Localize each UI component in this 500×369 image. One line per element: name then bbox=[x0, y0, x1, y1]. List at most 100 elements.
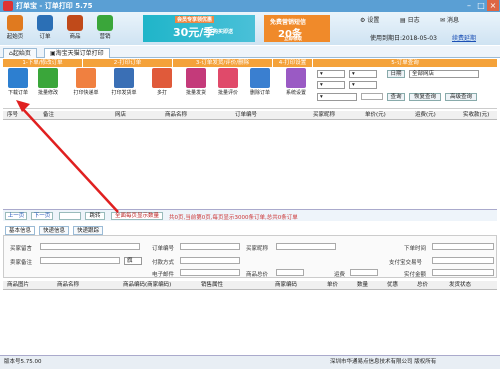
tab-taobao-orders[interactable]: ▣淘宝天猫订单打印 bbox=[44, 48, 110, 58]
label-payment: 付款方式 bbox=[152, 260, 175, 266]
message-link[interactable]: ✉ 消息 bbox=[440, 15, 474, 24]
col-buyer[interactable]: 买家昵称 bbox=[313, 111, 335, 119]
tab-home[interactable]: ⌂起始页 bbox=[3, 48, 37, 58]
col-remark[interactable]: 备注 bbox=[43, 111, 54, 119]
title-bar: 打单宝 - 订单打印 5.75 – □ × bbox=[0, 0, 500, 12]
print-multi-icon bbox=[152, 68, 172, 88]
col-quantity[interactable]: 数量 bbox=[357, 281, 368, 289]
download-orders-button[interactable]: 下载订单 bbox=[3, 68, 33, 96]
log-link[interactable]: ▤ 日志 bbox=[400, 15, 434, 24]
close-button[interactable]: × bbox=[487, 0, 499, 11]
page-input[interactable] bbox=[59, 212, 81, 220]
section-header-bar: 1-下单/修改订单 2-打印订单 3-订单发货/评价/删除 4-打印设置 5-订… bbox=[3, 59, 497, 67]
batch-edit-button[interactable]: 批量修改 bbox=[33, 68, 63, 96]
orders-grid-body[interactable] bbox=[3, 120, 497, 208]
goods-total-field[interactable] bbox=[276, 269, 304, 276]
jump-button[interactable]: 跳转 bbox=[85, 212, 105, 220]
label-order-time: 下单时间 bbox=[404, 246, 427, 252]
pager-info: 共0页,当前第0页,每页显示3000条订单,总共0条订单 bbox=[169, 215, 298, 221]
col-ship-status[interactable]: 发货状态 bbox=[449, 281, 471, 289]
print-invoice-button[interactable]: 打印发货单 bbox=[109, 68, 139, 96]
restore-query-button[interactable]: 恢复查询 bbox=[409, 93, 441, 101]
filter-select-3[interactable]: ▾ bbox=[317, 81, 345, 89]
advanced-query-button[interactable]: 高级查询 bbox=[445, 93, 477, 101]
col-shop[interactable]: 网店 bbox=[115, 111, 126, 119]
detail-tab-strip: 基本信息 快递信息 快递跟踪 bbox=[3, 225, 497, 235]
prev-page-button[interactable]: 上一页 bbox=[5, 212, 27, 220]
col-shipping[interactable]: 运费(元) bbox=[415, 111, 436, 119]
col-received[interactable]: 实收款(元) bbox=[463, 111, 489, 119]
order-time-field[interactable] bbox=[432, 243, 494, 250]
tab-basic-info[interactable]: 基本信息 bbox=[5, 226, 36, 235]
download-icon bbox=[8, 68, 28, 88]
batch-ship-button[interactable]: 批量发货 bbox=[181, 68, 211, 96]
col-merchant-code[interactable]: 商家编码 bbox=[275, 281, 297, 289]
query-input[interactable] bbox=[361, 93, 383, 100]
col-product[interactable]: 商品名称 bbox=[165, 111, 187, 119]
toolbar-goods-button[interactable]: 商品 bbox=[62, 14, 88, 44]
multi-print-button[interactable]: 多打 bbox=[147, 68, 177, 96]
section-1: 1-下单/修改订单 bbox=[3, 59, 83, 67]
date-button[interactable]: 日期 bbox=[387, 70, 405, 78]
section-3: 3-订单发货/评价/删除 bbox=[173, 59, 273, 67]
filter-select-1[interactable]: ▾ bbox=[317, 70, 345, 78]
filter-select-4[interactable]: ▾ bbox=[349, 81, 377, 89]
renew-link[interactable]: 续费延期 bbox=[452, 33, 476, 42]
toolbar-home-button[interactable]: 起始页 bbox=[2, 14, 28, 44]
buyer-message-field[interactable] bbox=[40, 243, 140, 250]
goods-grid-body[interactable] bbox=[3, 290, 497, 352]
page-size-button[interactable]: 全面每页显示数量 bbox=[111, 212, 163, 220]
label-seller-remark: 卖家备注 bbox=[10, 260, 33, 266]
delete-orders-button[interactable]: 删除订单 bbox=[245, 68, 275, 96]
col-price[interactable]: 单价(元) bbox=[365, 111, 386, 119]
search-button[interactable]: 查询 bbox=[387, 93, 405, 101]
filter-select-2[interactable]: ▾ bbox=[349, 70, 377, 78]
col-index[interactable]: 序号 bbox=[7, 111, 18, 119]
toolbar-orders-button[interactable]: 订单 bbox=[32, 14, 58, 44]
heart-icon bbox=[218, 68, 238, 88]
print-express-button[interactable]: 打印快递单 bbox=[71, 68, 101, 96]
flag-select[interactable]: 旗 bbox=[124, 257, 142, 265]
invoice-icon bbox=[114, 68, 134, 88]
payment-field[interactable] bbox=[180, 257, 240, 264]
paid-amount-field[interactable] bbox=[432, 269, 494, 276]
col-order-no[interactable]: 订单编号 bbox=[235, 111, 257, 119]
action-toolbar: 下载订单 批量修改 打印快递单 打印发货单 多打 批量发货 批量评价 删除订单 … bbox=[3, 67, 497, 109]
gear-icon: ⚙ bbox=[360, 17, 366, 24]
minimize-button[interactable]: – bbox=[463, 0, 475, 11]
col-goods-image[interactable]: 商品图片 bbox=[7, 281, 29, 289]
status-bar: 版本号5.75.00 深圳市华通易点信息技术有限公司 版权所有 bbox=[0, 355, 500, 369]
pager-bar: 上一页 下一页 跳转 全面每页显示数量 共0页,当前第0页,每页显示3000条订… bbox=[3, 209, 497, 221]
col-goods-code[interactable]: 商品编码(商家编码) bbox=[123, 281, 171, 289]
order-no-field[interactable] bbox=[180, 243, 240, 250]
label-buyer-nick: 买家昵称 bbox=[246, 246, 269, 252]
label-order-no: 订单编号 bbox=[152, 246, 175, 252]
promo-banner-vip[interactable]: 会员专享领优惠 30元/季 购买即送 bbox=[143, 15, 255, 42]
col-discount[interactable]: 优惠 bbox=[387, 281, 398, 289]
toolbar-marketing-button[interactable]: 营销 bbox=[92, 14, 118, 44]
col-sale-attr[interactable]: 销售属性 bbox=[201, 281, 223, 289]
shipping-field[interactable] bbox=[350, 269, 378, 276]
next-page-button[interactable]: 下一页 bbox=[31, 212, 53, 220]
settings-link[interactable]: ⚙ 设置 bbox=[360, 15, 394, 24]
tab-express-info[interactable]: 快递信息 bbox=[39, 226, 70, 235]
promo-banner-sms[interactable]: 免费营销短信 20条 立即领取 bbox=[264, 15, 330, 42]
section-4: 4-打印设置 bbox=[273, 59, 313, 67]
batch-review-button[interactable]: 批量评价 bbox=[213, 68, 243, 96]
filter-select-5[interactable]: ▾ bbox=[317, 93, 357, 101]
buyer-nick-field[interactable] bbox=[276, 243, 336, 250]
col-total[interactable]: 总价 bbox=[417, 281, 428, 289]
truck-icon bbox=[186, 68, 206, 88]
col-goods-name[interactable]: 商品名称 bbox=[57, 281, 79, 289]
home-icon bbox=[7, 15, 23, 31]
maximize-button[interactable]: □ bbox=[475, 0, 487, 11]
system-settings-button[interactable]: 系统设置 bbox=[281, 68, 311, 96]
shop-select[interactable]: 全部网店 bbox=[409, 70, 479, 78]
app-logo-icon bbox=[3, 1, 13, 11]
seller-remark-field[interactable] bbox=[40, 257, 120, 264]
tab-express-track[interactable]: 快递跟踪 bbox=[73, 226, 104, 235]
col-unit-price[interactable]: 单价 bbox=[327, 281, 338, 289]
alipay-no-field[interactable] bbox=[432, 257, 494, 264]
email-field[interactable] bbox=[180, 269, 240, 276]
goods-grid-header: 商品图片 商品名称 商品编码(商家编码) 销售属性 商家编码 单价 数量 优惠 … bbox=[3, 281, 497, 290]
